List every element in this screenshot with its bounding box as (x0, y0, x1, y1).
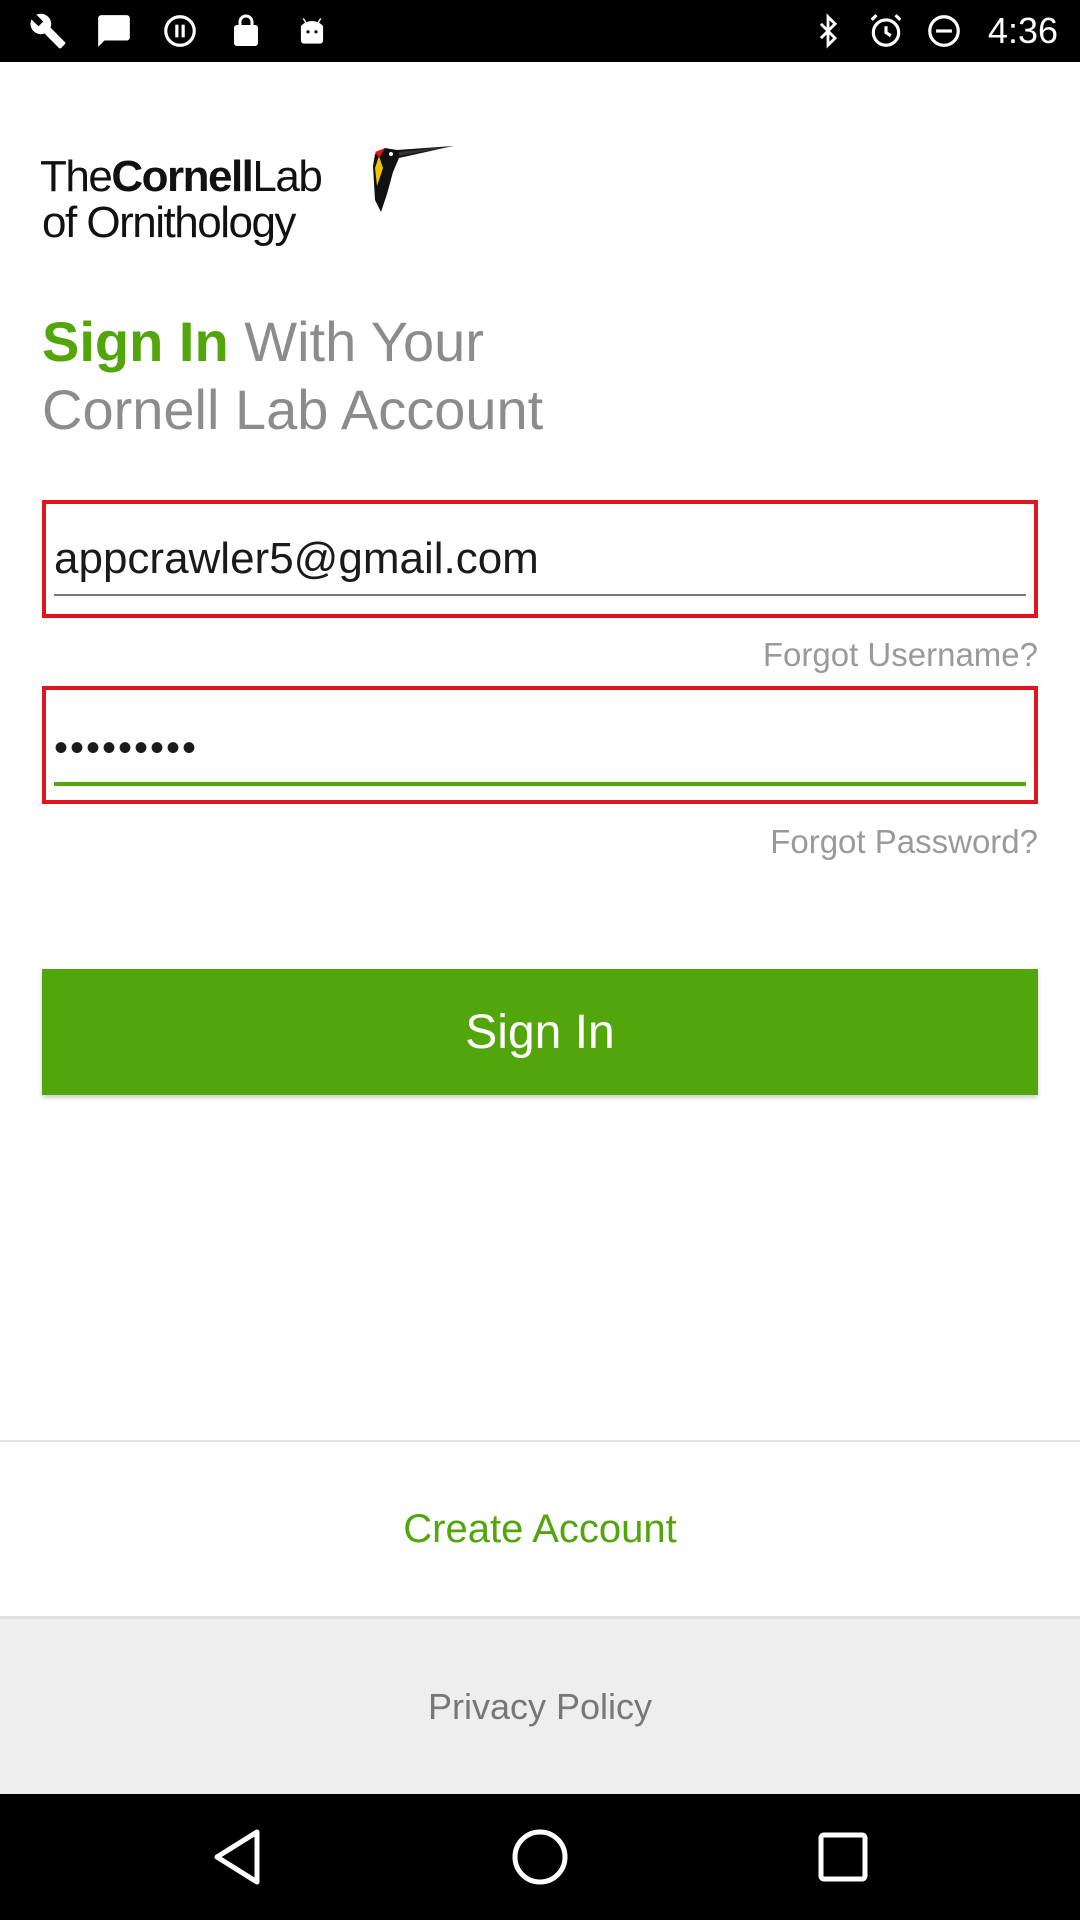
heading-rest: With Your (228, 310, 484, 373)
privacy-policy-label: Privacy Policy (427, 1685, 653, 1727)
password-field[interactable]: ••••••••• (42, 686, 1038, 804)
password-value: ••••••••• (54, 726, 199, 770)
cornell-lab-logo: TheCornellLab of Ornithology (40, 138, 453, 250)
forgot-username-link[interactable]: Forgot Username? (763, 636, 1038, 674)
forgot-password-link[interactable]: Forgot Password? (770, 823, 1038, 861)
status-bar: 4:36 (0, 0, 1080, 62)
recents-icon[interactable] (810, 1824, 876, 1890)
heading-highlight: Sign In (42, 310, 229, 373)
password-underline (54, 782, 1026, 786)
navigation-bar (0, 1794, 1080, 1920)
sign-in-heading: Sign In With Your Cornell Lab Account (42, 308, 802, 444)
email-field[interactable]: appcrawler5@gmail.com (42, 500, 1038, 618)
pause-circle-icon (160, 11, 200, 51)
logo-word-lab: Lab (252, 152, 322, 201)
status-left-icons (28, 8, 332, 54)
alarm-icon (866, 11, 906, 51)
bluetooth-icon (808, 11, 848, 51)
create-account-label: Create Account (403, 1506, 677, 1551)
status-right-icons: 4:36 (808, 8, 1058, 54)
message-icon (94, 11, 134, 51)
woodpecker-icon (335, 138, 455, 218)
logo-line-2: of Ornithology (42, 198, 296, 247)
do-not-disturb-icon (924, 11, 964, 51)
email-underline (54, 594, 1026, 596)
back-icon[interactable] (204, 1824, 270, 1890)
home-icon[interactable] (507, 1824, 573, 1890)
logo-word-the: The (40, 152, 113, 201)
wrench-icon (28, 11, 68, 51)
privacy-policy-link[interactable]: Privacy Policy (0, 1616, 1080, 1794)
logo-word-cornell: Cornell (111, 152, 254, 201)
heading-line-2: Cornell Lab Account (42, 378, 544, 441)
status-time: 4:36 (987, 10, 1058, 51)
android-icon (292, 11, 332, 51)
logo-line-1: TheCornellLab (40, 152, 323, 202)
email-value: appcrawler5@gmail.com (54, 534, 539, 583)
sign-in-button[interactable]: Sign In (42, 969, 1038, 1095)
lock-icon (226, 11, 266, 51)
create-account-link[interactable]: Create Account (0, 1442, 1080, 1616)
